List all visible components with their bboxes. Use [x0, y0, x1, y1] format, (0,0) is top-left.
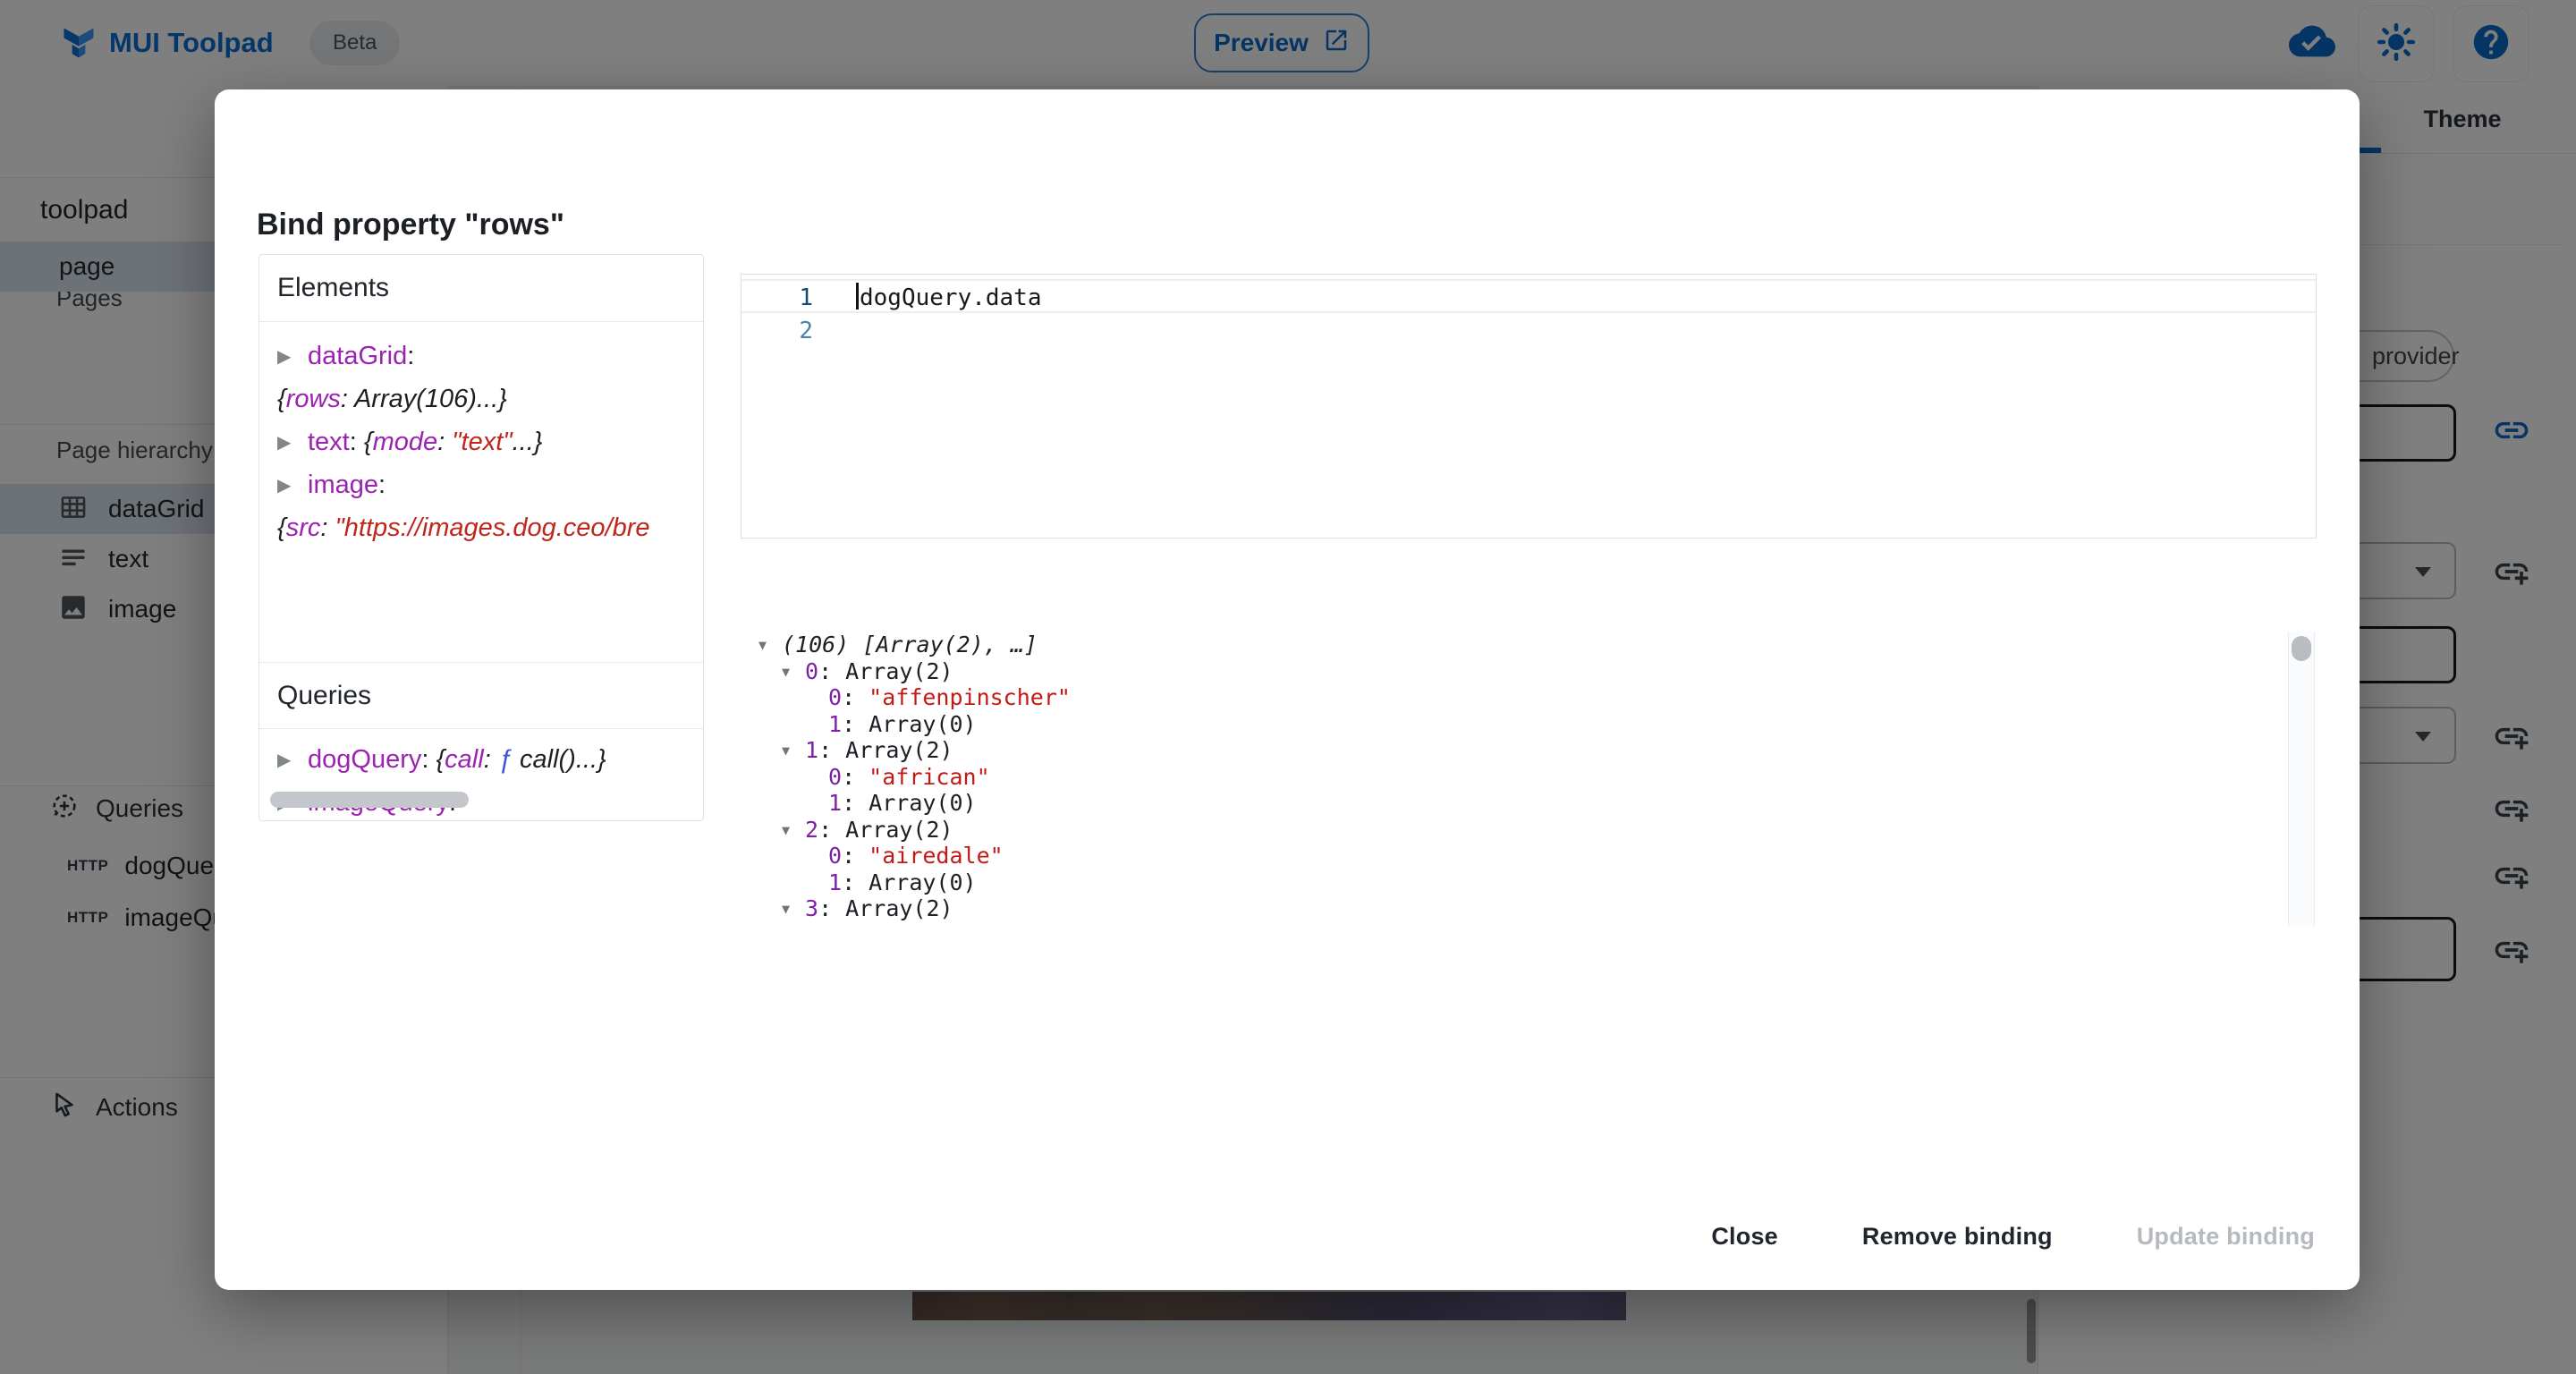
app-root: MUI Toolpad Beta Preview	[0, 0, 2576, 1374]
collapse-arrow-icon[interactable]: ▼	[782, 896, 805, 923]
scrollbar-thumb[interactable]	[270, 792, 469, 808]
collapse-arrow-icon[interactable]: ▼	[782, 659, 805, 686]
expand-arrow-icon[interactable]: ▶	[277, 335, 308, 377]
inspector-row: 0: "airedale"	[742, 843, 2299, 869]
expand-arrow-icon[interactable]: ▶	[277, 464, 308, 506]
tree-item-text[interactable]: ▶text: {mode: "text"...}	[277, 420, 703, 463]
elements-tree: ▶dataGrid: {rows: Array(106)...} ▶text: …	[259, 322, 703, 549]
tree-item-dogquery[interactable]: ▶dogQuery: {call: ƒ call()...}	[277, 738, 606, 781]
dialog-title: Bind property "rows"	[257, 208, 564, 242]
collapse-arrow-icon[interactable]: ▼	[782, 738, 805, 765]
inspector-row[interactable]: ▼1: Array(2)	[742, 737, 2299, 764]
tree-item-datagrid-preview: {rows: Array(106)...}	[277, 377, 703, 420]
line-number: 2	[741, 318, 813, 344]
tree-item-image[interactable]: ▶image:	[277, 463, 703, 506]
inspector-row: 1: Array(0)	[742, 790, 2299, 817]
inspector-scrollbar[interactable]	[2288, 632, 2315, 927]
editor-code-line[interactable]: dogQuery.data	[856, 283, 1042, 311]
collapse-arrow-icon[interactable]: ▼	[782, 818, 805, 844]
code-editor[interactable]: 1 2 dogQuery.data	[741, 274, 2317, 539]
elements-header: Elements	[259, 255, 703, 322]
inspector-row: 0: "african"	[742, 764, 2299, 791]
expand-arrow-icon[interactable]: ▶	[277, 421, 308, 463]
tree-item-image-preview: {src: "https://images.dog.ceo/bre	[277, 506, 703, 549]
inspector-row[interactable]: ▼0: Array(2)	[742, 658, 2299, 685]
inspector-row[interactable]: ▼(106) [Array(2), …]	[742, 632, 2299, 658]
close-button[interactable]: Close	[1697, 1210, 1792, 1263]
result-object-inspector: ▼(106) [Array(2), …] ▼0: Array(2) 0: "af…	[742, 632, 2299, 929]
remove-binding-button[interactable]: Remove binding	[1848, 1210, 2067, 1263]
inspector-row: 1: Array(0)	[742, 711, 2299, 738]
dialog-footer: Close Remove binding Update binding	[1697, 1210, 2329, 1263]
queries-header: Queries	[259, 662, 703, 729]
text-cursor	[856, 283, 859, 310]
inspector-row: 1: Array(0)	[742, 869, 2299, 896]
scrollbar-thumb[interactable]	[2292, 636, 2311, 661]
inspector-row: 0: "affenpinscher"	[742, 684, 2299, 711]
inspector-row[interactable]: ▼2: Array(2)	[742, 817, 2299, 844]
expand-arrow-icon[interactable]: ▶	[277, 739, 308, 781]
horizontal-scrollbar[interactable]	[268, 788, 694, 813]
update-binding-button: Update binding	[2123, 1210, 2329, 1263]
line-number: 1	[741, 284, 813, 311]
inspector-row[interactable]: ▼3: Array(2)	[742, 895, 2299, 922]
tree-item-datagrid[interactable]: ▶dataGrid:	[277, 335, 703, 377]
bind-property-dialog: Bind property "rows" Scope Elements ▶dat…	[215, 89, 2360, 1290]
scope-browser: Elements ▶dataGrid: {rows: Array(106)...…	[258, 254, 704, 821]
collapse-arrow-icon[interactable]: ▼	[758, 632, 782, 659]
